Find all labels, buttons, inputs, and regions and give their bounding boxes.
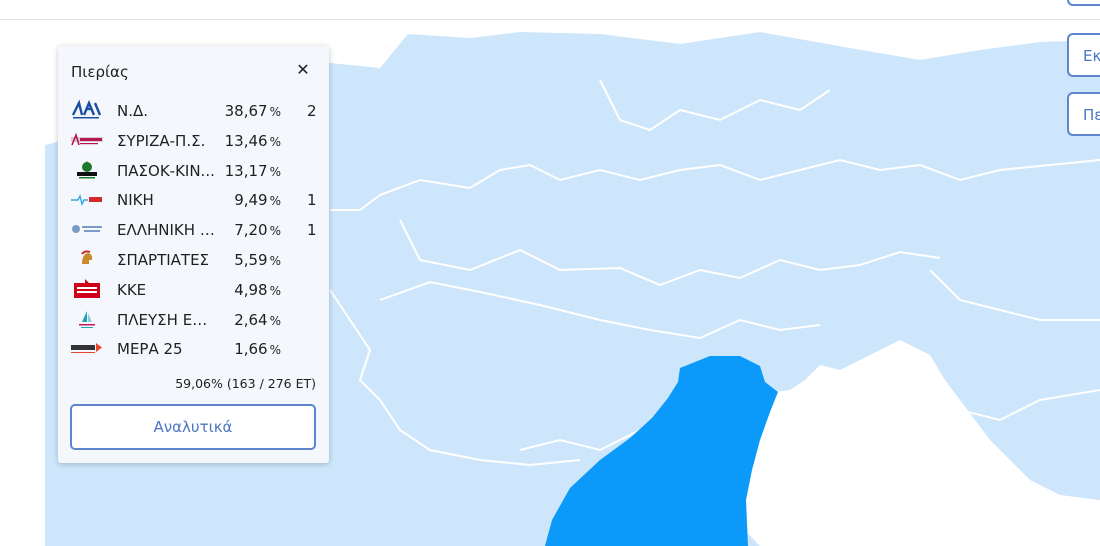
- percent-unit: %: [269, 313, 281, 328]
- percent-value: 1,66: [234, 340, 268, 359]
- party-row[interactable]: ΣΥΡΙΖΑ-Π.Σ. 13,46%: [58, 126, 329, 156]
- syriza-logo-icon: [70, 129, 104, 151]
- party-row[interactable]: ΝΙΚΗ 9,49% 1: [58, 185, 329, 215]
- spartiates-logo-icon: [70, 248, 104, 270]
- party-name: ΕΛΛΗΝΙΚΗ Λ...: [117, 221, 217, 240]
- percent-value: 13,46: [224, 131, 268, 150]
- side-button-elections[interactable]: Εκλ: [1067, 33, 1100, 77]
- nd-logo-icon: [70, 99, 104, 121]
- party-percent: 4,98%: [234, 281, 281, 299]
- percent-unit: %: [269, 134, 281, 149]
- close-icon[interactable]: ✕: [294, 61, 312, 79]
- party-name: Ν.Δ.: [117, 102, 149, 120]
- party-seats: 1: [307, 221, 317, 240]
- percent-value: 5,59: [234, 250, 268, 269]
- percent-value: 4,98: [234, 280, 268, 299]
- percent-value: 2,64: [234, 310, 268, 329]
- party-percent: 9,49%: [234, 191, 281, 209]
- counted-stations-text: 59,06% (163 / 276 ΕΤ): [175, 376, 316, 391]
- percent-value: 9,49: [234, 191, 268, 210]
- pasok-logo-icon: [70, 159, 104, 181]
- party-results-list: Ν.Δ. 38,67% 2 ΣΥΡΙΖΑ-Π.Σ. 13,46% ΠΑΣΟΚ-Κ…: [58, 96, 329, 364]
- party-percent: 38,67%: [225, 102, 281, 120]
- percent-value: 38,67: [224, 102, 268, 120]
- kke-logo-icon: [70, 278, 104, 300]
- percent-value: 13,17: [224, 161, 268, 180]
- party-percent: 5,59%: [234, 251, 281, 269]
- party-percent: 2,64%: [234, 311, 281, 329]
- percent-unit: %: [269, 164, 281, 179]
- party-name: ΣΠΑΡΤΙΑΤΕΣ: [117, 250, 210, 269]
- party-row[interactable]: ΠΛΕΥΣΗ ΕΛΕ... 2,64%: [58, 305, 329, 335]
- party-name: ΣΥΡΙΖΑ-Π.Σ.: [117, 131, 206, 150]
- side-button-regions[interactable]: Πε: [1067, 92, 1100, 136]
- party-seats: 2: [307, 102, 317, 120]
- party-name: ΜΕΡΑ 25: [117, 340, 183, 359]
- party-percent: 7,20%: [234, 221, 281, 239]
- party-seats: 1: [307, 191, 317, 210]
- party-row[interactable]: ΚΚΕ 4,98%: [58, 275, 329, 305]
- party-name: ΝΙΚΗ: [117, 191, 154, 210]
- details-button[interactable]: Αναλυτικά: [70, 404, 316, 450]
- results-popup: Πιερίας ✕ Ν.Δ. 38,67% 2 ΣΥΡΙΖΑ-Π.Σ. 13,4…: [58, 46, 329, 463]
- plefsi-logo-icon: [70, 308, 104, 330]
- party-percent: 13,17%: [225, 162, 281, 180]
- party-row[interactable]: Ν.Δ. 38,67% 2: [58, 96, 329, 126]
- elliniki-lysi-logo-icon: [70, 218, 104, 240]
- party-row[interactable]: ΜΕΡΑ 25 1,66%: [58, 334, 329, 364]
- party-percent: 13,46%: [225, 132, 281, 150]
- party-percent: 1,66%: [234, 340, 281, 358]
- percent-unit: %: [269, 224, 281, 239]
- mera25-logo-icon: [70, 337, 104, 359]
- niki-logo-icon: [70, 188, 104, 210]
- percent-unit: %: [269, 194, 281, 209]
- percent-value: 7,20: [234, 221, 268, 240]
- party-name: ΠΑΣΟΚ-ΚΙΝ...: [117, 161, 215, 180]
- percent-unit: %: [269, 105, 281, 119]
- party-name: ΚΚΕ: [117, 280, 147, 299]
- party-row[interactable]: ΣΠΑΡΤΙΑΤΕΣ 5,59%: [58, 245, 329, 275]
- percent-unit: %: [269, 343, 281, 358]
- percent-unit: %: [269, 253, 281, 268]
- party-name: ΠΛΕΥΣΗ ΕΛΕ...: [117, 310, 217, 329]
- percent-unit: %: [269, 283, 281, 298]
- top-bar: [0, 0, 1100, 20]
- party-row[interactable]: ΕΛΛΗΝΙΚΗ Λ... 7,20% 1: [58, 215, 329, 245]
- party-row[interactable]: ΠΑΣΟΚ-ΚΙΝ... 13,17%: [58, 156, 329, 186]
- popup-title: Πιερίας: [71, 63, 129, 81]
- side-button-top[interactable]: [1067, 0, 1100, 6]
